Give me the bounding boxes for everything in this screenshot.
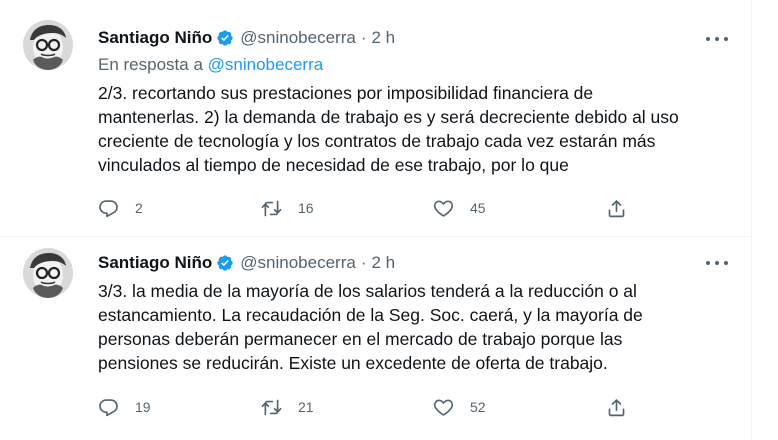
tweet-header: Santiago Niño @sninobecerra · 2 h: [98, 251, 395, 275]
author-handle[interactable]: @sninobecerra: [240, 253, 356, 273]
retweet-icon: [261, 200, 282, 216]
tweet-actions: 19 21 52: [98, 395, 638, 419]
tweet-text: 2/3. recortando sus prestaciones por imp…: [98, 83, 679, 175]
share-button[interactable]: [606, 395, 627, 419]
reply-context: En resposta a @sninobecerra: [98, 55, 323, 75]
share-icon: [608, 199, 625, 217]
tweet-text: 3/3. la media de la mayoría de los salar…: [98, 281, 643, 373]
author-name[interactable]: Santiago Niño: [98, 28, 212, 48]
timeline-column: Santiago Niño @sninobecerra · 2 h En res…: [0, 0, 752, 440]
reply-prefix: En resposta a: [98, 55, 203, 74]
tweet-actions: 2 16 45: [98, 196, 638, 220]
like-count: 52: [470, 399, 486, 415]
share-button[interactable]: [606, 196, 627, 220]
retweet-button[interactable]: 21: [261, 395, 314, 419]
more-icon[interactable]: [706, 34, 728, 44]
like-icon: [433, 199, 454, 217]
verified-badge-icon: [217, 255, 233, 271]
like-button[interactable]: 52: [433, 395, 486, 419]
reply-icon: [99, 199, 118, 217]
author-handle[interactable]: @sninobecerra: [240, 28, 356, 48]
reply-icon: [99, 398, 118, 416]
reply-button[interactable]: 19: [98, 395, 151, 419]
like-count: 45: [470, 200, 486, 216]
retweet-button[interactable]: 16: [261, 196, 314, 220]
author-name[interactable]: Santiago Niño: [98, 253, 212, 273]
retweet-count: 16: [298, 200, 314, 216]
verified-badge-icon: [217, 30, 233, 46]
timestamp[interactable]: 2 h: [372, 28, 396, 48]
separator-dot: ·: [360, 28, 367, 47]
retweet-icon: [261, 399, 282, 415]
tweet-header: Santiago Niño @sninobecerra · 2 h: [98, 26, 395, 50]
avatar[interactable]: [23, 248, 73, 298]
avatar-image: [23, 248, 73, 298]
avatar-image: [23, 20, 73, 70]
reply-count: 19: [135, 399, 151, 415]
timestamp[interactable]: 2 h: [372, 253, 396, 273]
tweet[interactable]: Santiago Niño @sninobecerra · 2 h En res…: [0, 0, 752, 237]
separator-dot: ·: [360, 253, 367, 272]
more-icon[interactable]: [706, 258, 728, 268]
tweet[interactable]: Santiago Niño @sninobecerra · 2 h 3/3. l…: [0, 237, 752, 440]
reply-to-handle-link[interactable]: @sninobecerra: [208, 55, 324, 74]
share-icon: [608, 398, 625, 416]
avatar[interactable]: [23, 20, 73, 70]
like-button[interactable]: 45: [433, 196, 486, 220]
retweet-count: 21: [298, 399, 314, 415]
reply-button[interactable]: 2: [98, 196, 143, 220]
reply-count: 2: [135, 200, 143, 216]
like-icon: [433, 398, 454, 416]
